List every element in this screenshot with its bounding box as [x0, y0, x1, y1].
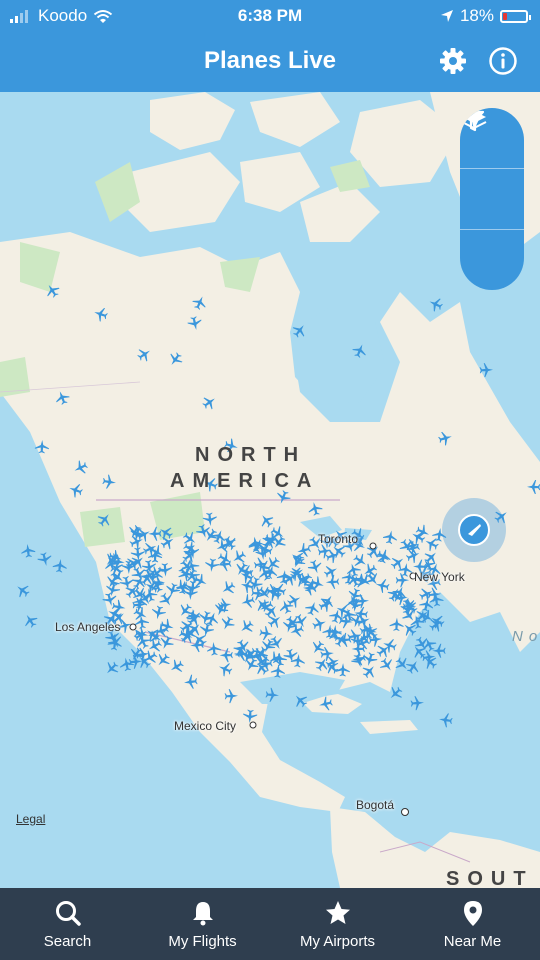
user-location-dot — [458, 514, 490, 546]
battery-fill — [503, 12, 507, 20]
plane-icon[interactable] — [421, 649, 436, 665]
map-view[interactable]: NORTH AMERICA SOUT No Toronto New York L… — [0, 92, 540, 888]
locate-icon — [463, 111, 483, 130]
tab-near-me-label: Near Me — [443, 932, 502, 950]
location-pin-icon — [463, 900, 482, 926]
tab-bar: Search My Flights My Airports Near Me — [0, 888, 540, 960]
location-arrow-icon — [440, 10, 453, 22]
region-label-north: NORTH — [195, 444, 307, 466]
ocean-label: No — [512, 628, 537, 645]
status-bar: Koodo 6:38 PM 18% — [0, 0, 540, 30]
plane-icon[interactable] — [21, 611, 40, 630]
tab-search[interactable]: Search — [0, 888, 135, 960]
tab-my-flights-label: My Flights — [168, 932, 237, 950]
battery-icon — [500, 9, 531, 23]
city-label-mexico-city: Mexico City — [174, 719, 237, 733]
plane-icon[interactable] — [52, 558, 68, 573]
layers-button[interactable] — [460, 111, 524, 230]
region-label-america: AMERICA — [170, 470, 320, 492]
city-label-new-york: New York — [414, 570, 465, 584]
region-label-south: SOUT — [446, 868, 534, 888]
user-location-marker[interactable] — [442, 498, 506, 562]
legal-link[interactable]: Legal — [16, 812, 45, 826]
plane-icon[interactable] — [438, 712, 453, 728]
battery-percent: 18% — [459, 6, 494, 25]
plane-icon[interactable] — [13, 581, 32, 600]
tab-my-flights[interactable]: My Flights — [135, 888, 270, 960]
plane-icon[interactable] — [432, 643, 446, 658]
map-controls — [460, 108, 524, 290]
city-label-toronto: Toronto — [318, 532, 359, 546]
info-icon[interactable] — [488, 46, 518, 76]
plane-icon[interactable] — [119, 656, 135, 672]
plane-icon[interactable] — [20, 543, 36, 558]
city-label-los-angeles: Los Angeles — [55, 620, 121, 634]
tab-my-airports[interactable]: My Airports — [270, 888, 405, 960]
tab-search-label: Search — [43, 932, 92, 950]
plane-icon[interactable] — [404, 657, 423, 676]
search-icon — [55, 900, 81, 926]
app-header: Planes Live — [0, 30, 540, 92]
tab-near-me[interactable]: Near Me — [405, 888, 540, 960]
tab-my-airports-label: My Airports — [299, 932, 375, 950]
bell-icon — [192, 901, 213, 925]
plane-icon[interactable] — [36, 551, 53, 567]
plane-icon[interactable] — [427, 295, 445, 313]
plane-icon[interactable] — [410, 696, 424, 711]
plane-icon[interactable] — [102, 659, 121, 678]
city-label-bogota: Bogotá — [356, 798, 395, 812]
status-right-group: 18% — [440, 6, 531, 26]
settings-gear-icon[interactable] — [438, 46, 468, 76]
star-icon — [325, 900, 350, 924]
